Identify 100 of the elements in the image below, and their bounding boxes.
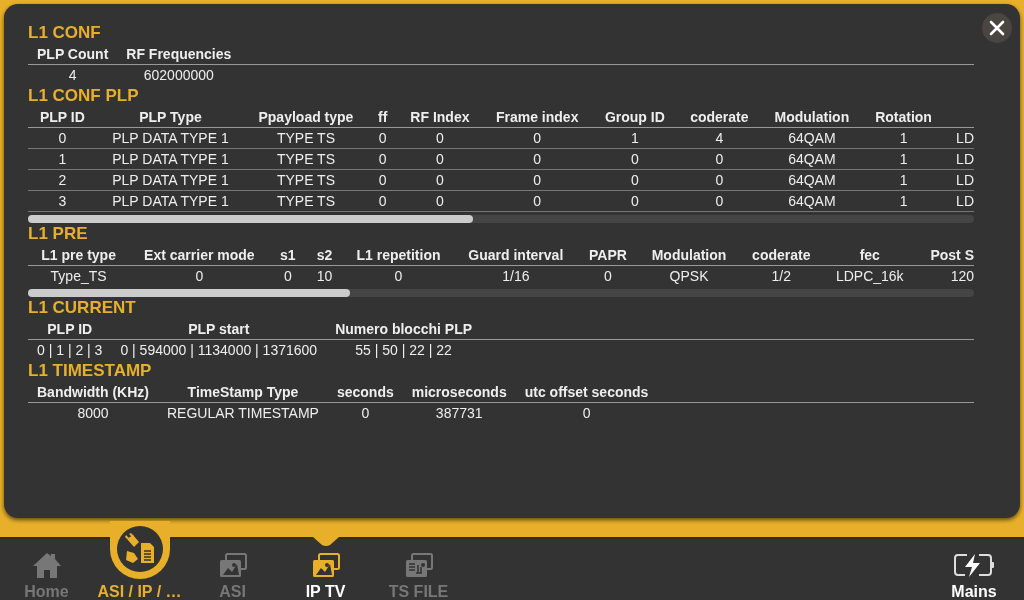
column-header: coderate xyxy=(739,245,823,266)
nav-tab[interactable]: TS FILE xyxy=(372,539,465,600)
table-cell: 120 xyxy=(916,265,974,286)
table-cell: 0 | 594000 | 1134000 | 1371600 xyxy=(111,339,327,360)
table-cell: 3 xyxy=(28,190,97,212)
table-cell: 0 xyxy=(367,127,398,149)
table-cell: 0 xyxy=(677,148,762,170)
column-header: seconds xyxy=(327,382,403,403)
column-header: fec xyxy=(822,245,917,266)
nav-tab[interactable]: IP TV xyxy=(279,539,372,600)
table-cell: 0 xyxy=(677,169,762,191)
column-header: PAPR xyxy=(577,245,639,266)
battery-charging-icon xyxy=(953,553,995,577)
table-cell: TYPE TS xyxy=(244,148,368,170)
table-cell: 2 xyxy=(28,169,97,191)
column-header: coderate xyxy=(677,107,762,128)
column-header: ff xyxy=(367,107,398,128)
table-cell: 0 xyxy=(342,265,455,286)
column-header: s1 xyxy=(269,245,307,266)
home-icon xyxy=(31,551,62,579)
table-cell: 1 xyxy=(862,148,945,170)
table-cell: 0 xyxy=(577,265,639,286)
table-cell: 64QAM xyxy=(761,127,863,149)
table-cell: 1/16 xyxy=(454,265,578,286)
section-title: L1 CONF PLP xyxy=(28,85,140,107)
document-stack-icon xyxy=(403,553,434,579)
section-title: L1 CONF xyxy=(28,22,102,44)
column-header: Bandwidth (KHz) xyxy=(28,382,158,403)
table-cell: 0 xyxy=(367,148,398,170)
table-cell: TYPE TS xyxy=(244,190,368,212)
table-cell: 64QAM xyxy=(761,169,863,191)
table-cell: 1/2 xyxy=(739,265,823,286)
table-cell: PLP DATA TYPE 1 xyxy=(96,190,245,212)
table-cell: QPSK xyxy=(638,265,740,286)
table-cell: 64QAM xyxy=(761,190,863,212)
table-cell: 0 xyxy=(482,169,593,191)
table-cell: 1 xyxy=(592,127,678,149)
column-header: PLP ID xyxy=(28,107,97,128)
table-cell: REGULAR TIMESTAMP xyxy=(158,402,328,423)
table-cell: 0 xyxy=(592,190,678,212)
table-cell: 8000 xyxy=(28,402,158,423)
pointer-notch xyxy=(312,537,339,546)
column-header: Rotation xyxy=(862,107,945,128)
column-header: Numero blocchi PLP xyxy=(326,319,482,340)
table-cell: 0 xyxy=(397,169,483,191)
table-cell: 0 xyxy=(327,402,403,423)
table-cell: 0 xyxy=(515,402,658,423)
column-header: RF Index xyxy=(397,107,483,128)
table-cell: 0 xyxy=(269,265,307,286)
table-cell: 0 xyxy=(592,148,678,170)
table-cell: 387731 xyxy=(402,402,516,423)
column-header: microseconds xyxy=(402,382,516,403)
table-cell: 64QAM xyxy=(761,148,863,170)
column-header: PLP Type xyxy=(96,107,245,128)
table-cell: 0 xyxy=(397,148,483,170)
table-cell: 4 xyxy=(28,64,118,85)
table-cell: 0 xyxy=(482,127,593,149)
nav-tab[interactable]: Home xyxy=(0,539,93,600)
table-cell: 0 xyxy=(677,190,762,212)
image-stack-icon xyxy=(310,553,341,579)
column-header: Ppayload type xyxy=(244,107,368,128)
column-header: L1 pre type xyxy=(28,245,130,266)
column-header: Frame index xyxy=(482,107,593,128)
nav-tab[interactable]: ASI xyxy=(186,539,279,600)
section-title: L1 PRE xyxy=(28,223,89,245)
table-cell: LD xyxy=(944,190,974,212)
column-header: PLP ID xyxy=(28,319,112,340)
table-cell: 1 xyxy=(28,148,97,170)
table-cell: 0 xyxy=(367,169,398,191)
table-cell: 0 xyxy=(482,148,593,170)
table-cell: PLP DATA TYPE 1 xyxy=(96,127,245,149)
table-cell: 602000000 xyxy=(117,64,241,85)
column-header: PLP Count xyxy=(28,44,118,65)
close-button[interactable] xyxy=(982,13,1012,43)
image-stack-icon xyxy=(217,553,248,579)
table-cell: PLP DATA TYPE 1 xyxy=(96,169,245,191)
column-header: L1 repetition xyxy=(342,245,455,266)
table-cell: 4 xyxy=(677,127,762,149)
power-label: Mains xyxy=(951,582,997,600)
nav-tab[interactable]: ASI / IP / … xyxy=(97,579,182,600)
table-cell: 0 | 1 | 2 | 3 xyxy=(28,339,112,360)
table-cell: 1 xyxy=(862,169,945,191)
section-title: L1 CURRENT xyxy=(28,297,137,319)
column-header: Guard interval xyxy=(454,245,578,266)
table-cell: 1 xyxy=(862,190,945,212)
table-cell: LD xyxy=(944,148,974,170)
table-cell: Type_TS xyxy=(28,265,130,286)
table-cell: PLP DATA TYPE 1 xyxy=(96,148,245,170)
table-cell: 10 xyxy=(306,265,343,286)
column-header: PLP start xyxy=(111,319,327,340)
table-cell: TYPE TS xyxy=(244,169,368,191)
table-cell: LD xyxy=(944,127,974,149)
table-cell: 0 xyxy=(397,190,483,212)
close-icon xyxy=(989,20,1005,36)
table-cell: LD xyxy=(944,169,974,191)
table-cell: 0 xyxy=(367,190,398,212)
table-cell: TYPE TS xyxy=(244,127,368,149)
column-header: RF Frequencies xyxy=(117,44,241,65)
table-cell: 0 xyxy=(129,265,270,286)
table-cell: 1 xyxy=(862,127,945,149)
